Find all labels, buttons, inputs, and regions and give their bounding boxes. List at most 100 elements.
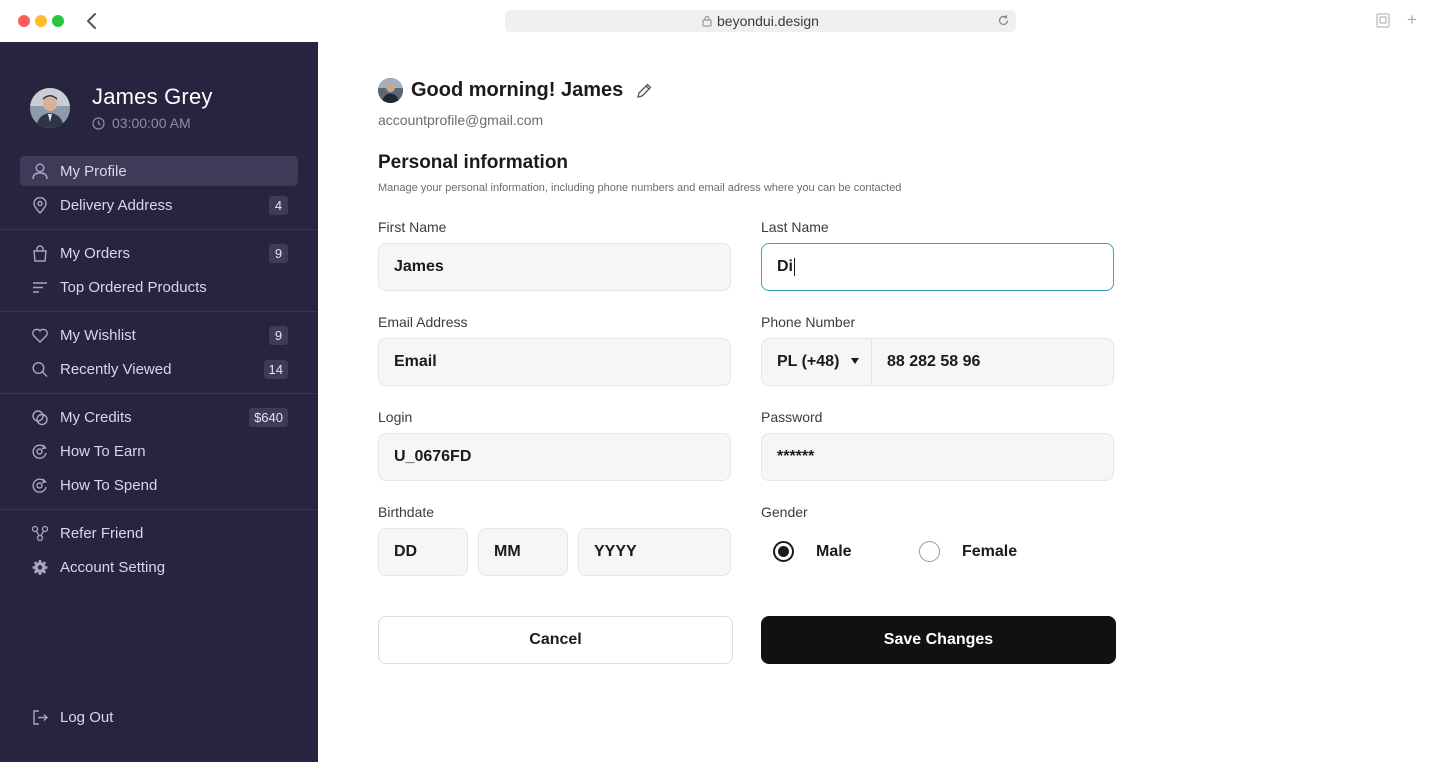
password-label: Password: [761, 409, 823, 425]
coin-cycle-icon: [32, 444, 47, 459]
user-icon: [32, 163, 48, 180]
cancel-button[interactable]: Cancel: [378, 616, 733, 664]
sidebar-item-my-credits[interactable]: My Credits $640: [0, 400, 318, 434]
user-name: James Grey: [92, 84, 213, 109]
list-lines-icon: [33, 282, 47, 293]
divider: [0, 393, 318, 394]
logout-button[interactable]: Log Out: [0, 700, 318, 734]
reload-icon[interactable]: [997, 14, 1010, 27]
user-time: 03:00:00 AM: [92, 115, 213, 131]
password-value: ******: [777, 448, 815, 465]
radio-unchecked-icon: [919, 541, 940, 562]
divider: [0, 229, 318, 230]
coin-cycle-icon: [32, 478, 47, 493]
sidebar-item-top-ordered-products[interactable]: Top Ordered Products: [0, 270, 318, 304]
minimize-window-button[interactable]: [35, 15, 47, 27]
phone-field: PL (+48) 88 282 58 96: [761, 338, 1114, 386]
shopping-bag-icon: [33, 245, 47, 262]
first-name-value: James: [394, 258, 444, 275]
save-changes-button[interactable]: Save Changes: [761, 616, 1116, 664]
text-caret: [794, 258, 795, 276]
sidebar: James Grey 03:00:00 AM My Profile Delive…: [0, 42, 318, 762]
birth-month-value: MM: [494, 543, 521, 560]
sidebar-item-how-to-earn[interactable]: How To Earn: [0, 434, 318, 468]
gender-female-label: Female: [962, 542, 1018, 560]
sidebar-item-my-wishlist[interactable]: My Wishlist 9: [0, 318, 318, 352]
credits-badge: $640: [249, 408, 288, 427]
sidebar-item-label: How To Spend: [60, 476, 158, 494]
avatar-photo: [30, 87, 70, 128]
edit-pencil-icon[interactable]: [635, 82, 653, 100]
sidebar-item-account-setting[interactable]: Account Setting: [0, 550, 318, 584]
count-badge: 9: [269, 244, 288, 263]
first-name-label: First Name: [378, 219, 447, 235]
close-window-button[interactable]: [18, 15, 30, 27]
sidebar-item-label: My Orders: [60, 244, 131, 262]
sidebar-item-label: Top Ordered Products: [60, 278, 207, 296]
phone-label: Phone Number: [761, 314, 856, 330]
sidebar-item-my-orders[interactable]: My Orders 9: [0, 236, 318, 270]
last-name-label: Last Name: [761, 219, 829, 235]
heart-icon: [32, 328, 48, 343]
birth-day-value: DD: [394, 543, 418, 560]
people-network-icon: [31, 525, 49, 542]
sidebar-nav: My Profile Delivery Address 4 My Orders …: [0, 154, 318, 584]
country-code-value: PL (+48): [777, 353, 840, 370]
section-title: Personal information: [378, 152, 569, 173]
radio-checked-icon: [773, 541, 794, 562]
sidebar-item-refer-friend[interactable]: Refer Friend: [0, 516, 318, 550]
account-email: accountprofile@gmail.com: [378, 112, 544, 128]
section-subtitle: Manage your personal information, includ…: [378, 182, 902, 194]
logout-area: Log Out: [0, 700, 318, 734]
time-text: 03:00:00 AM: [112, 115, 191, 131]
phone-number-input[interactable]: 88 282 58 96: [872, 339, 980, 385]
sidebar-item-label: My Profile: [60, 162, 127, 180]
avatar[interactable]: [30, 87, 70, 128]
greeting-row: Good morning! James: [378, 78, 653, 103]
greeting-text: Good morning! James: [411, 79, 624, 101]
birth-month-field[interactable]: MM: [478, 528, 568, 576]
birth-day-field[interactable]: DD: [378, 528, 468, 576]
birth-year-value: YYYY: [594, 543, 637, 560]
last-name-value: Di: [777, 258, 793, 275]
sidebar-item-label: Delivery Address: [60, 196, 173, 214]
sidebar-item-label: Recently Viewed: [60, 360, 172, 378]
back-arrow-icon[interactable]: [84, 11, 100, 31]
email-field[interactable]: Email: [378, 338, 731, 386]
count-badge: 4: [269, 196, 288, 215]
count-badge: 9: [269, 326, 288, 345]
dropdown-triangle-icon: [851, 358, 859, 364]
sidebar-item-delivery-address[interactable]: Delivery Address 4: [0, 188, 318, 222]
first-name-field[interactable]: James: [378, 243, 731, 291]
password-field[interactable]: ******: [761, 433, 1114, 481]
sidebar-item-label: How To Earn: [60, 442, 146, 460]
login-label: Login: [378, 409, 413, 425]
main-content: Good morning! James accountprofile@gmail…: [378, 42, 1440, 762]
birth-year-field[interactable]: YYYY: [578, 528, 731, 576]
share-icon[interactable]: [1376, 13, 1390, 28]
sidebar-item-label: Refer Friend: [60, 524, 144, 542]
login-field[interactable]: U_0676FD: [378, 433, 731, 481]
gender-male-radio[interactable]: Male: [773, 541, 852, 562]
address-bar[interactable]: beyondui.design: [505, 10, 1016, 32]
sidebar-item-my-profile[interactable]: My Profile: [20, 156, 298, 186]
location-pin-icon: [33, 197, 47, 214]
phone-number-value: 88 282 58 96: [887, 353, 981, 370]
gender-male-label: Male: [816, 542, 852, 560]
logout-icon: [33, 710, 48, 725]
browser-chrome: beyondui.design +: [0, 0, 1440, 42]
last-name-field[interactable]: Di: [761, 243, 1114, 291]
new-tab-icon[interactable]: +: [1407, 11, 1421, 28]
gear-icon: [32, 560, 48, 575]
sidebar-item-recently-viewed[interactable]: Recently Viewed 14: [0, 352, 318, 386]
maximize-window-button[interactable]: [52, 15, 64, 27]
sidebar-item-label: My Credits: [60, 408, 132, 426]
sidebar-item-how-to-spend[interactable]: How To Spend: [0, 468, 318, 502]
country-code-select[interactable]: PL (+48): [762, 339, 872, 385]
avatar: [378, 78, 403, 103]
gender-female-radio[interactable]: Female: [919, 541, 1017, 562]
sidebar-item-label: Account Setting: [60, 558, 166, 576]
birthdate-label: Birthdate: [378, 504, 435, 520]
count-badge: 14: [263, 360, 288, 379]
logout-label: Log Out: [60, 708, 114, 726]
